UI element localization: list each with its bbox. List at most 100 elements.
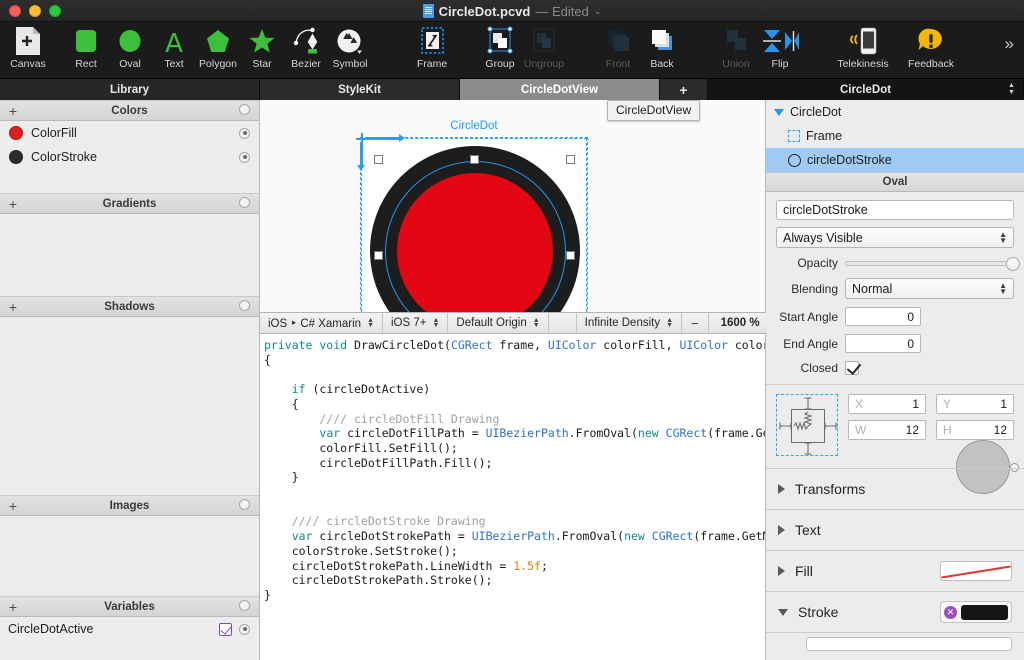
w-field[interactable]: W 12 — [848, 420, 926, 440]
add-gradient-button[interactable]: + — [0, 197, 26, 211]
toolbar-item-text[interactable]: A Text — [152, 24, 196, 79]
toolbar-item-bezier[interactable]: Bezier — [284, 24, 328, 79]
visibility-value: Always Visible — [783, 230, 863, 245]
toolbar-item-union[interactable]: Union — [714, 24, 758, 79]
tab-library[interactable]: Library — [0, 79, 260, 100]
zoom-out-button[interactable]: − — [682, 313, 709, 333]
toolbar-item-telekinesis[interactable]: Telekinesis — [828, 24, 898, 79]
toolbar-overflow-icon[interactable]: » — [1005, 34, 1014, 54]
accordion-stroke[interactable]: Stroke ✕ — [766, 591, 1024, 632]
section-radio-variables[interactable] — [239, 598, 250, 616]
toolbar-item-oval[interactable]: Oval — [108, 24, 152, 79]
disclosure-triangle-icon[interactable] — [774, 108, 784, 116]
blending-select[interactable]: Normal ▲ ▼ — [845, 278, 1014, 299]
inspector-panel: CircleDot Frame circleDotStroke Oval cir… — [766, 100, 1024, 660]
stroke-color-well[interactable]: ✕ — [940, 601, 1012, 623]
start-angle-input[interactable]: 0 — [845, 307, 921, 326]
origin-selector[interactable]: Default Origin ▲ ▼ — [448, 313, 549, 333]
edited-indicator: — Edited — [535, 3, 589, 19]
springs-struts-control[interactable] — [776, 394, 838, 456]
code-token: (frame.GetMin) — [693, 529, 765, 544]
toolbar-item-flip[interactable]: Flip — [758, 24, 802, 79]
toolbar-item-rect[interactable]: Rect — [64, 24, 108, 79]
toolbar-item-frame[interactable]: Frame — [410, 24, 454, 79]
close-button[interactable] — [9, 4, 21, 17]
selection-handle[interactable] — [374, 251, 383, 260]
density-selector[interactable]: Infinite Density ▲ ▼ — [577, 313, 683, 333]
canvas-area[interactable]: CircleDot CircleDotView — [260, 100, 766, 312]
toolbar-item-ungroup[interactable]: Ungroup — [522, 24, 566, 79]
toolbar-item-canvas[interactable]: Canvas — [6, 24, 50, 79]
fill-color-well[interactable] — [940, 561, 1012, 581]
end-angle-input[interactable]: 0 — [845, 334, 921, 353]
opacity-slider[interactable] — [845, 256, 1020, 271]
code-token: .FromOval( — [568, 426, 638, 441]
clear-stroke-icon[interactable]: ✕ — [944, 605, 957, 619]
minimize-button[interactable] — [29, 4, 41, 17]
h-field[interactable]: H 12 — [936, 420, 1014, 440]
star-icon — [249, 24, 275, 58]
code-token: CGRect — [665, 426, 708, 441]
toolbar-item-polygon[interactable]: Polygon — [196, 24, 240, 79]
toolbar-item-feedback[interactable]: Feedback — [898, 24, 964, 79]
section-title: Variables — [104, 600, 155, 613]
slider-knob[interactable] — [1006, 256, 1020, 271]
add-shadow-button[interactable]: + — [0, 300, 26, 314]
toolbar-label: Flip — [771, 58, 789, 70]
list-item[interactable]: ColorFill — [0, 121, 259, 145]
selection-handle[interactable] — [374, 155, 383, 164]
variable-controls[interactable] — [219, 622, 250, 636]
window-title-group: CircleDot.pcvd — Edited ⌄ — [0, 0, 1024, 22]
list-item[interactable]: ColorStroke — [0, 145, 259, 169]
selection-handle[interactable] — [470, 155, 479, 164]
section-radio-gradients[interactable] — [239, 195, 250, 213]
variable-radio[interactable] — [239, 623, 250, 635]
row-radio[interactable] — [239, 127, 250, 139]
toolbar-label: Back — [650, 58, 674, 70]
toolbar-item-star[interactable]: Star — [240, 24, 284, 79]
code-editor[interactable]: private void DrawCircleDot(CGRect frame,… — [260, 334, 766, 660]
platform-selector[interactable]: iOS ‣ C# Xamarin ▲ ▼ — [260, 313, 383, 333]
tree-item-frame[interactable]: Frame — [766, 124, 1024, 148]
code-token: if — [291, 382, 306, 397]
tree-item-circledotstroke[interactable]: circleDotStroke — [766, 148, 1024, 172]
tab-circledotview[interactable]: CircleDotView — [460, 79, 660, 100]
toolbar-item-group[interactable]: Group — [478, 24, 522, 79]
window-controls[interactable] — [9, 4, 61, 17]
tab-stylekit[interactable]: StyleKit — [260, 79, 460, 100]
add-image-button[interactable]: + — [0, 499, 26, 513]
add-variable-button[interactable]: + — [0, 600, 26, 614]
y-label: Y — [943, 397, 952, 411]
y-field[interactable]: Y 1 — [936, 394, 1014, 414]
accordion-text[interactable]: Text — [766, 509, 1024, 550]
accordion-fill[interactable]: Fill — [766, 550, 1024, 591]
toolbar-label: Text — [164, 58, 184, 70]
toolbar-item-symbol[interactable]: Symbol — [328, 24, 372, 79]
code-line: { — [264, 353, 765, 368]
toolbar-item-front[interactable]: Front — [596, 24, 640, 79]
row-radio[interactable] — [239, 151, 250, 163]
visibility-select[interactable]: Always Visible ▲ ▼ — [776, 227, 1014, 248]
x-field[interactable]: X 1 — [848, 394, 926, 414]
tree-item-circledot[interactable]: CircleDot — [766, 100, 1024, 124]
section-radio-shadows[interactable] — [239, 298, 250, 316]
tab-add-button[interactable]: + — [660, 79, 708, 100]
deployment-selector[interactable]: iOS 7+ ▲ ▼ — [383, 313, 449, 333]
selection-handle[interactable] — [566, 155, 575, 164]
chevron-down-icon[interactable]: ⌄ — [594, 6, 602, 17]
stroke-swatch[interactable] — [961, 604, 1008, 620]
add-color-button[interactable]: + — [0, 104, 26, 118]
list-item[interactable]: CircleDotActive — [0, 617, 259, 641]
inspector-stepper-icon[interactable]: ▲ ▼ — [1008, 82, 1016, 96]
selection-handle[interactable] — [566, 251, 575, 260]
shape-name-input[interactable]: circleDotStroke — [776, 200, 1014, 220]
accordion-transforms[interactable]: Transforms — [766, 468, 1024, 509]
section-radio-images[interactable] — [239, 497, 250, 515]
section-radio-colors[interactable] — [239, 102, 250, 120]
closed-checkbox[interactable] — [845, 361, 859, 375]
stroke-detail-input[interactable] — [806, 637, 1012, 651]
zoom-button[interactable] — [49, 4, 61, 17]
variable-checkbox[interactable] — [219, 622, 232, 636]
toolbar-item-back[interactable]: Back — [640, 24, 684, 79]
